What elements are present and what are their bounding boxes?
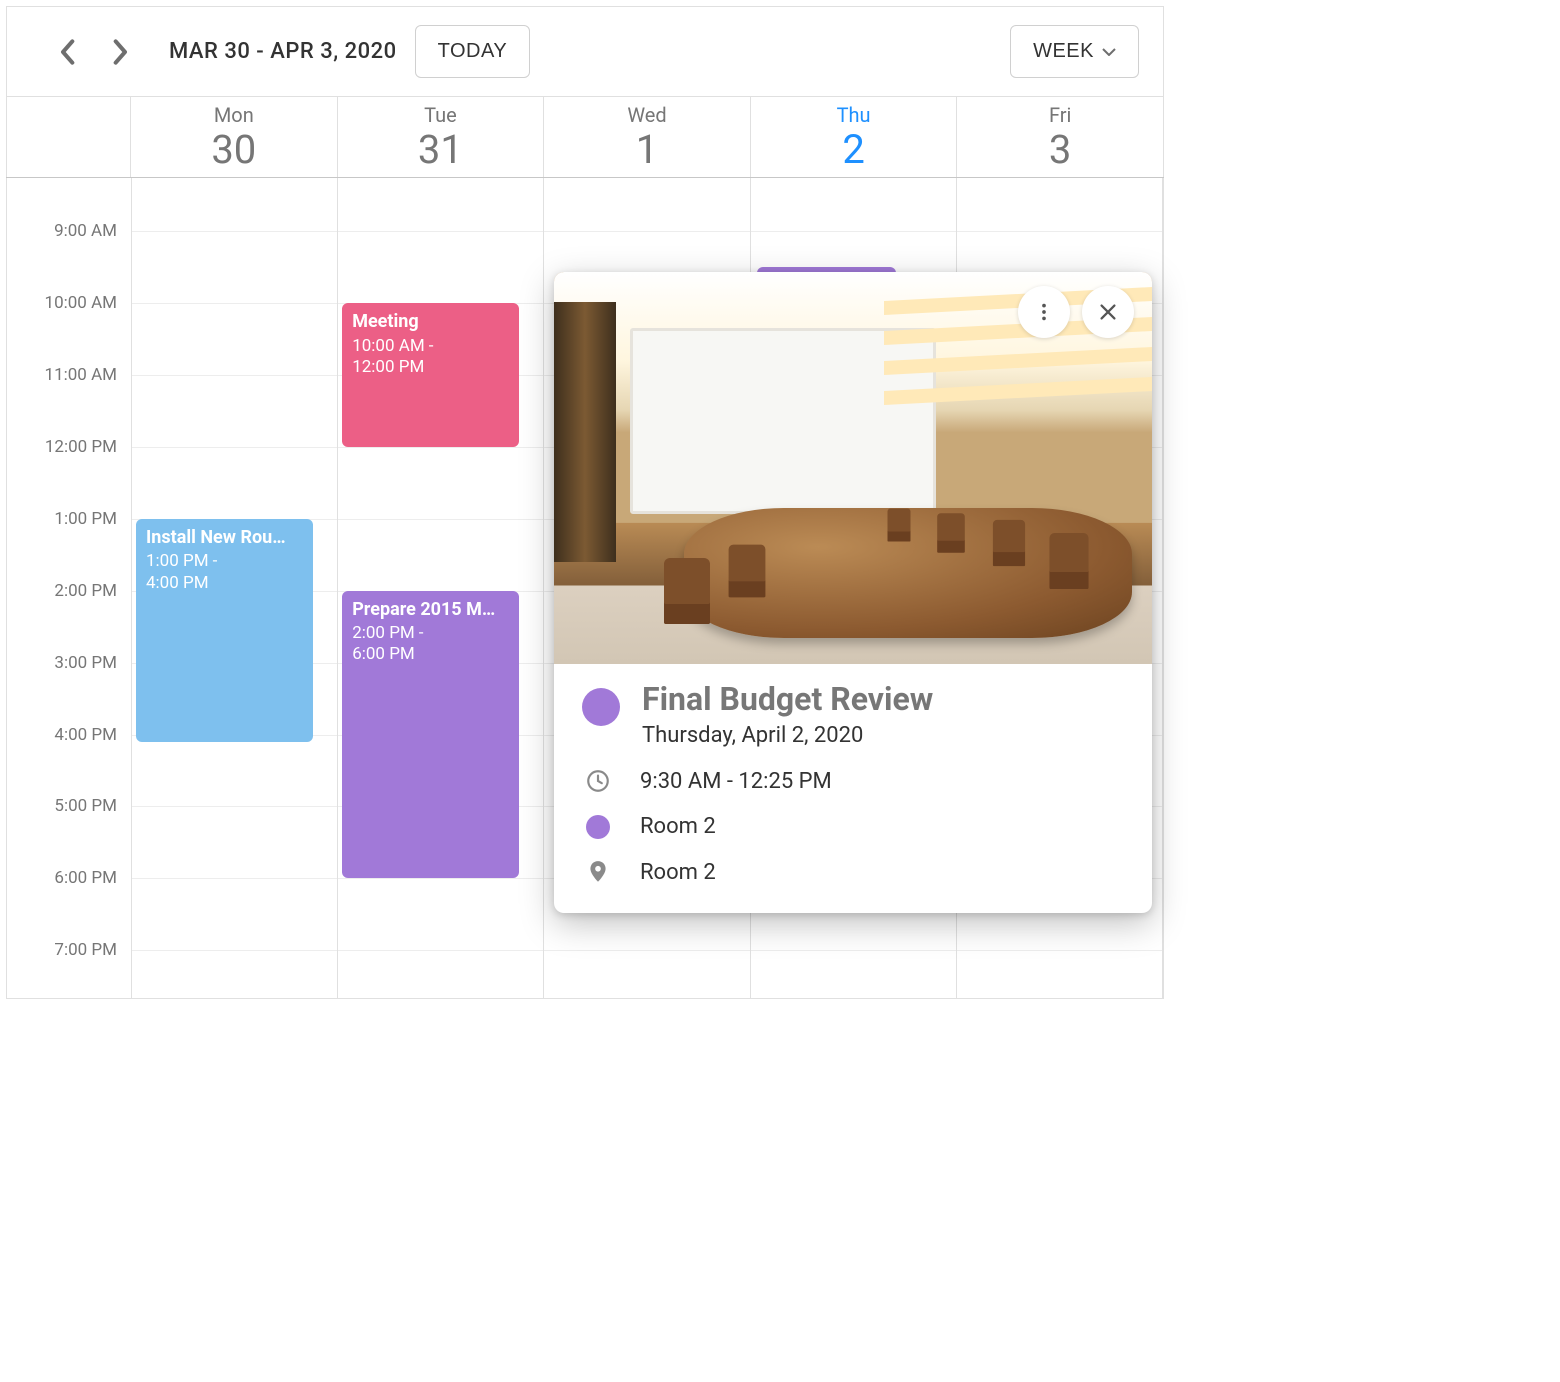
more-vertical-icon bbox=[1033, 301, 1055, 323]
event-title: Final Budget Review bbox=[642, 682, 933, 717]
location-pin-icon bbox=[582, 859, 614, 885]
calendar-toolbar: MAR 30 - APR 3, 2020 TODAY WEEK bbox=[6, 6, 1164, 96]
event-location: Room 2 bbox=[640, 860, 716, 885]
day-header-mon[interactable]: Mon 30 bbox=[131, 97, 338, 177]
dow-label: Tue bbox=[338, 103, 544, 127]
time-header-spacer bbox=[6, 97, 131, 177]
event-block-time: 1:00 PM-4:00 PM bbox=[146, 551, 303, 594]
day-header-fri[interactable]: Fri 3 bbox=[957, 97, 1164, 177]
time-label: 5:00 PM bbox=[54, 796, 117, 816]
event-resource: Room 2 bbox=[640, 814, 716, 839]
day-number: 2 bbox=[751, 127, 957, 173]
dow-label: Wed bbox=[544, 103, 750, 127]
calendar-event[interactable]: Prepare 2015 M…2:00 PM-6:00 PM bbox=[342, 591, 519, 879]
day-number: 31 bbox=[338, 127, 544, 173]
dow-label: Fri bbox=[957, 103, 1163, 127]
event-block-title: Prepare 2015 M… bbox=[352, 599, 509, 622]
next-button[interactable] bbox=[101, 32, 141, 72]
day-column-mon[interactable]: Install New Rou…1:00 PM-4:00 PM bbox=[132, 178, 338, 998]
day-number: 30 bbox=[131, 127, 337, 173]
day-header-wed[interactable]: Wed 1 bbox=[544, 97, 751, 177]
day-header-thu[interactable]: Thu 2 bbox=[751, 97, 958, 177]
dow-label: Mon bbox=[131, 103, 337, 127]
event-more-button[interactable] bbox=[1018, 286, 1070, 338]
today-button[interactable]: TODAY bbox=[415, 25, 531, 78]
event-time: 9:30 AM - 12:25 PM bbox=[640, 769, 832, 794]
time-label: 3:00 PM bbox=[54, 653, 117, 673]
chevron-right-icon bbox=[113, 38, 129, 66]
calendar-event[interactable]: Install New Rou…1:00 PM-4:00 PM bbox=[136, 519, 313, 742]
date-range-label: MAR 30 - APR 3, 2020 bbox=[169, 39, 397, 64]
day-column-tue[interactable]: Meeting10:00 AM-12:00 PM Prepare 2015 M…2… bbox=[338, 178, 544, 998]
event-block-title: Install New Rou… bbox=[146, 527, 303, 550]
day-header-tue[interactable]: Tue 31 bbox=[338, 97, 545, 177]
day-header-row: Mon 30 Tue 31 Wed 1 Thu 2 Fri 3 bbox=[6, 96, 1164, 178]
time-label: 10:00 AM bbox=[45, 293, 117, 313]
event-block-time: 10:00 AM-12:00 PM bbox=[352, 336, 509, 379]
chevron-left-icon bbox=[59, 38, 75, 66]
event-block-time: 2:00 PM-6:00 PM bbox=[352, 623, 509, 666]
event-popover: Final Budget Review Thursday, April 2, 2… bbox=[554, 272, 1152, 913]
close-icon bbox=[1097, 301, 1119, 323]
time-label: 4:00 PM bbox=[54, 725, 117, 745]
clock-icon bbox=[582, 768, 614, 794]
view-selector-label: WEEK bbox=[1033, 40, 1094, 63]
time-label: 11:00 AM bbox=[45, 365, 117, 385]
day-number: 1 bbox=[544, 127, 750, 173]
calendar-grid: 9:00 AM 10:00 AM 11:00 AM 12:00 PM 1:00 PM 2:… bbox=[6, 178, 1164, 999]
time-label: 9:00 AM bbox=[54, 221, 117, 241]
calendar-event[interactable]: Meeting10:00 AM-12:00 PM bbox=[342, 303, 519, 447]
view-selector[interactable]: WEEK bbox=[1010, 25, 1139, 78]
dow-label: Thu bbox=[751, 103, 957, 127]
time-column: 9:00 AM 10:00 AM 11:00 AM 12:00 PM 1:00 PM 2:… bbox=[7, 178, 132, 998]
time-label: 12:00 PM bbox=[45, 437, 117, 457]
prev-button[interactable] bbox=[47, 32, 87, 72]
event-color-dot bbox=[582, 688, 620, 726]
event-block-title: Meeting bbox=[352, 311, 509, 334]
event-close-button[interactable] bbox=[1082, 286, 1134, 338]
event-image bbox=[554, 272, 1152, 664]
time-label: 7:00 PM bbox=[54, 940, 117, 960]
day-number: 3 bbox=[957, 127, 1163, 173]
time-label: 6:00 PM bbox=[54, 868, 117, 888]
caret-down-icon bbox=[1102, 48, 1116, 56]
time-label: 2:00 PM bbox=[54, 581, 117, 601]
event-date: Thursday, April 2, 2020 bbox=[642, 723, 933, 748]
resource-color-icon bbox=[582, 815, 614, 839]
time-label: 1:00 PM bbox=[54, 509, 117, 529]
